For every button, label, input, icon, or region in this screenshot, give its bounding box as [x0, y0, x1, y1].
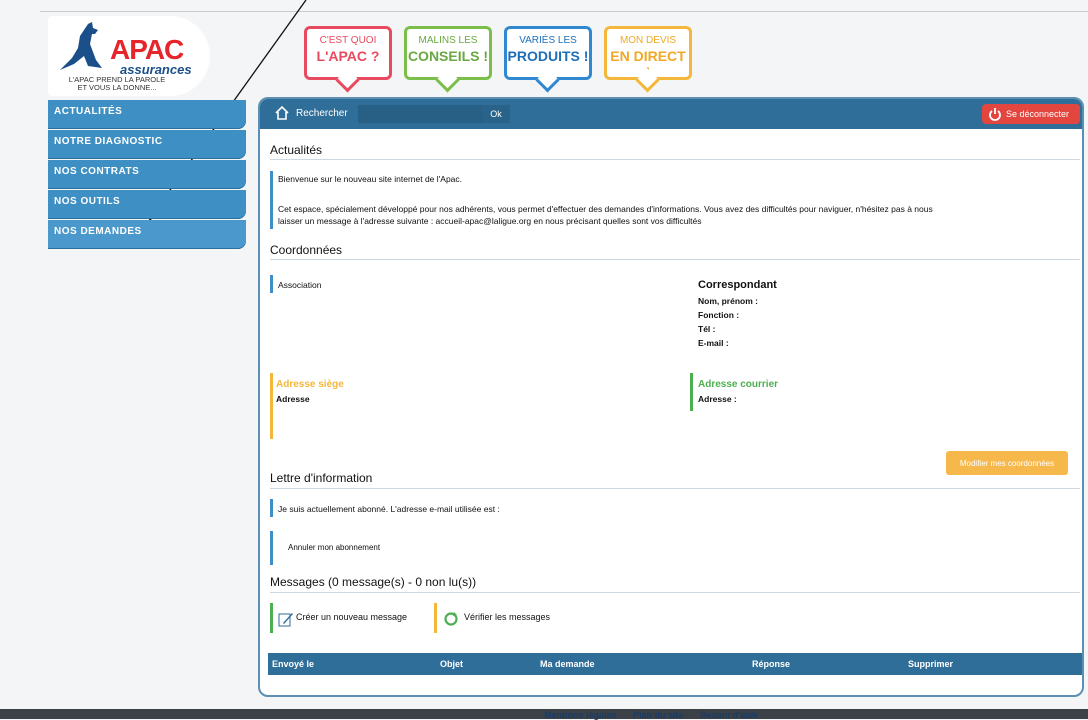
messages-title: Messages (0 message(s) - 0 non lu(s)): [270, 575, 477, 589]
courrier-title: Adresse courrier: [698, 379, 779, 390]
name-label: Nom, prénom :: [698, 296, 758, 306]
cancel-marker: [270, 531, 273, 565]
modify-coords-button[interactable]: Modifier mes coordonnées: [946, 451, 1068, 475]
messages-divider: [270, 592, 1080, 593]
new-message-marker: [270, 603, 273, 633]
bubble-line2: L'APAC ?: [316, 48, 380, 64]
newsletter-title: Lettre d'information: [270, 471, 373, 485]
bubble-line1: VARIÉS LES: [519, 35, 577, 46]
apac-logo[interactable]: APAC assurances L'APAC PREND LA PAROLE E…: [48, 16, 210, 96]
news-body-1: Cet espace, spécialement développé pour …: [278, 204, 933, 214]
nav-bubble-produits[interactable]: VARIÉS LES PRODUITS !: [504, 26, 592, 80]
logout-label: Se déconnecter: [1006, 109, 1070, 119]
phone-label: Tél :: [698, 324, 716, 334]
check-messages-marker: [434, 603, 437, 633]
association-label: Association: [278, 280, 322, 290]
bubble-line1: MALINS LES: [418, 35, 478, 46]
nav-bubble-apac[interactable]: C'EST QUOI L'APAC ?: [304, 26, 392, 80]
search-ok-button[interactable]: Ok: [482, 105, 510, 123]
logo-tagline: L'APAC PREND LA PAROLE ET VOUS LA DONNE.…: [52, 76, 182, 92]
news-divider: [270, 159, 1080, 160]
bubble-line2: EN DIRECT !: [610, 48, 686, 80]
sidebar-item-demandes[interactable]: Nos demandes: [48, 220, 246, 249]
messages-table-header: Envoyé le Objet Ma demande Réponse Suppr…: [268, 653, 1082, 675]
news-body-2: laisser un message à l'adresse suivante …: [278, 216, 702, 226]
sidebar-item-actualites[interactable]: Actualités: [48, 100, 246, 129]
sidebar-item-diagnostic[interactable]: Notre diagnostic: [48, 130, 246, 159]
main-panel: Rechercher Ok Se déconnecter Actualités …: [258, 97, 1084, 697]
sidebar-item-outils[interactable]: Nos outils: [48, 190, 246, 219]
kangaroo-logo-icon: [60, 22, 102, 70]
news-welcome: Bienvenue sur le nouveau site internet d…: [278, 174, 463, 184]
new-message-link[interactable]: Créer un nouveau message: [296, 612, 407, 622]
newsletter-divider: [270, 488, 1080, 489]
nav-bubble-devis[interactable]: MON DEVIS EN DIRECT !: [604, 26, 692, 80]
newsletter-marker: [270, 499, 273, 517]
col-object[interactable]: Objet: [440, 659, 463, 669]
coords-title: Coordonnées: [270, 243, 343, 257]
bubble-line2: PRODUITS !: [507, 48, 589, 64]
col-response[interactable]: Réponse: [752, 659, 790, 669]
top-divider: [40, 11, 1088, 12]
col-request[interactable]: Ma demande: [540, 659, 595, 669]
association-marker: [270, 275, 273, 293]
email-label: E-mail :: [698, 338, 729, 348]
siege-marker: [270, 373, 273, 439]
search-label: Rechercher: [296, 108, 348, 119]
col-delete[interactable]: Supprimer: [908, 659, 953, 669]
courrier-marker: [690, 373, 693, 411]
search-input[interactable]: [358, 105, 486, 123]
panel-toolbar: Rechercher Ok Se déconnecter: [260, 99, 1082, 129]
pencil-icon[interactable]: [278, 611, 294, 627]
logout-button[interactable]: Se déconnecter: [982, 104, 1080, 124]
col-sent[interactable]: Envoyé le: [272, 659, 314, 669]
news-marker: [270, 171, 273, 229]
siege-address-label: Adresse: [276, 394, 310, 404]
bubble-line1: MON DEVIS: [619, 35, 677, 46]
newsletter-status: Je suis actuellement abonné. L'adresse e…: [278, 504, 500, 514]
nav-bubble-conseils[interactable]: MALINS LES CONSEILS !: [404, 26, 492, 80]
logo-tagline-2: ET VOUS LA DONNE...: [77, 83, 157, 92]
siege-title: Adresse siège: [276, 379, 344, 390]
correspondant-title: Correspondant: [698, 279, 777, 291]
refresh-icon[interactable]: [443, 611, 459, 627]
courrier-address-label: Adresse :: [698, 394, 737, 404]
check-messages-link[interactable]: Vérifier les messages: [464, 612, 550, 622]
bubble-line1: C'EST QUOI: [319, 35, 377, 46]
coords-divider: [270, 259, 1080, 260]
bubble-line2: CONSEILS !: [407, 48, 489, 64]
sidebar-item-contrats[interactable]: Nos contrats: [48, 160, 246, 189]
sidebar: Actualités Notre diagnostic Nos contrats…: [48, 100, 246, 250]
power-icon: [989, 108, 1001, 121]
news-title: Actualités: [270, 143, 323, 157]
home-icon[interactable]: [274, 105, 290, 121]
cancel-subscription-button[interactable]: Annuler mon abonnement: [288, 543, 380, 552]
function-label: Fonction :: [698, 310, 740, 320]
